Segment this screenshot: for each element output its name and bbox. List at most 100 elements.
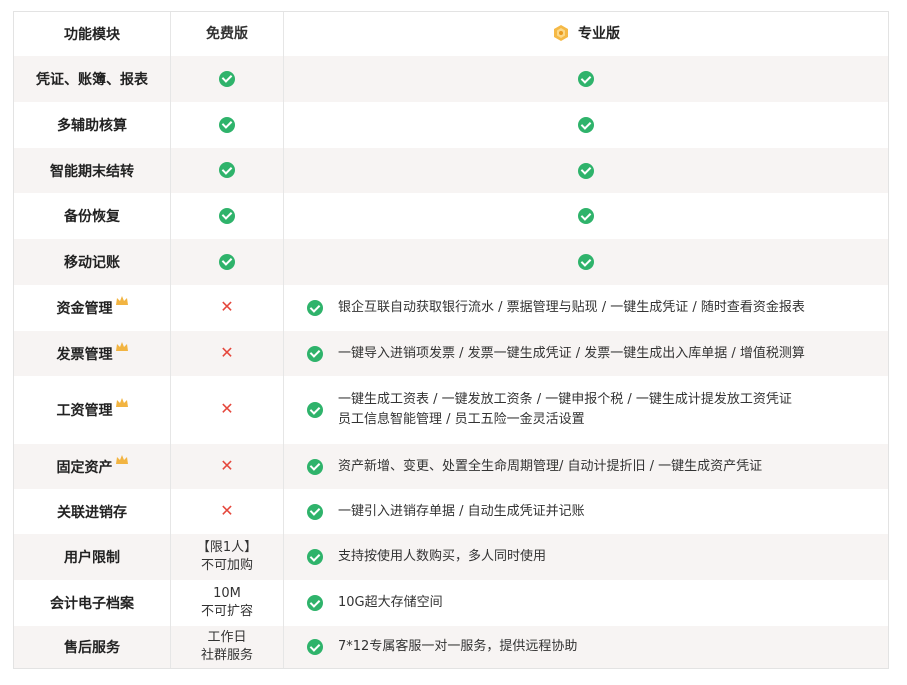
- row-name: 固定资产: [56, 459, 113, 476]
- free-cell: [170, 239, 284, 285]
- check-icon: [307, 549, 323, 565]
- pro-cell: [283, 148, 888, 193]
- check-icon: [578, 162, 594, 179]
- free-cell: [170, 102, 284, 148]
- row-name: 用户限制: [14, 534, 171, 580]
- comparison-table: 功能模块 免费版 专业版 凭证、账簿、报表 多辅助核算 智能期末结转 备份恢复: [14, 12, 888, 668]
- pro-feature-text: 一键生成工资表 / 一键发放工资条 / 一键申报个税 / 一键生成计提发放工资凭…: [338, 390, 792, 430]
- table-header-row: 功能模块 免费版 专业版: [14, 12, 888, 56]
- row-name: 会计电子档案: [14, 580, 171, 626]
- free-cell: 10M 不可扩容: [170, 580, 284, 626]
- pro-cell: [284, 193, 889, 239]
- table-row: 移动记账: [14, 239, 888, 285]
- check-icon: [307, 300, 323, 316]
- check-icon: [307, 345, 323, 362]
- row-name-cell: 资金管理: [14, 285, 171, 331]
- row-name: 凭证、账簿、报表: [14, 56, 171, 102]
- check-icon: [219, 253, 235, 270]
- table-row: 备份恢复: [14, 193, 888, 239]
- check-icon: [219, 207, 235, 224]
- table-row: 多辅助核算: [14, 102, 888, 148]
- pro-badge-icon: [554, 24, 568, 41]
- check-icon: [307, 639, 323, 655]
- table-row: 发票管理 ✕ 一键导入进销项发票 / 发票一键生成凭证 / 发票一键生成出入库单…: [14, 331, 888, 376]
- free-text-line: 社群服务: [200, 648, 253, 663]
- pro-cell: 一键引入进销存单据 / 自动生成凭证并记账: [284, 489, 889, 534]
- row-name: 移动记账: [14, 239, 171, 285]
- free-text-line: 【限1人】: [196, 540, 258, 555]
- cross-icon: ✕: [220, 399, 234, 418]
- cross-icon: ✕: [220, 297, 234, 316]
- free-cell: ✕: [170, 444, 284, 489]
- row-name: 关联进销存: [14, 489, 171, 534]
- check-icon: [307, 402, 323, 418]
- check-icon: [219, 70, 235, 87]
- check-icon: [578, 254, 594, 270]
- check-icon: [578, 208, 594, 224]
- check-icon: [307, 458, 323, 475]
- free-cell: [170, 193, 284, 239]
- pro-feature-text: 一键引入进销存单据 / 自动生成凭证并记账: [338, 503, 585, 519]
- comparison-table-frame: 功能模块 免费版 专业版 凭证、账簿、报表 多辅助核算 智能期末结转 备份恢复: [13, 11, 889, 669]
- cross-icon: ✕: [220, 500, 234, 520]
- row-name: 资金管理: [56, 301, 113, 317]
- header-pro-cell: 专业版: [283, 12, 888, 56]
- table-row: 凭证、账簿、报表: [14, 56, 888, 102]
- check-icon: [578, 71, 594, 87]
- row-name: 工资管理: [56, 403, 113, 419]
- pro-feature-line: 一键生成工资表 / 一键发放工资条 / 一键申报个税 / 一键生成计提发放工资凭…: [338, 392, 792, 407]
- free-cell: 【限1人】 不可加购: [170, 534, 284, 580]
- pro-cell: 10G超大存储空间: [284, 580, 889, 626]
- free-cell: 工作日 社群服务: [170, 626, 284, 668]
- crown-icon: [115, 341, 128, 351]
- check-icon: [307, 595, 323, 611]
- pro-cell: 银企互联自动获取银行流水 / 票据管理与贴现 / 一键生成凭证 / 随时查看资金…: [284, 285, 889, 331]
- table-row: 智能期末结转: [14, 148, 888, 193]
- pro-cell: [284, 102, 889, 148]
- pro-cell: 资产新增、变更、处置全生命周期管理/ 自动计提折旧 / 一键生成资产凭证: [283, 444, 888, 489]
- crown-icon: [115, 398, 128, 407]
- pro-cell: 支持按使用人数购买，多人同时使用: [283, 534, 888, 580]
- row-name-cell: 固定资产: [14, 444, 171, 489]
- free-text-line: 10M: [213, 586, 241, 601]
- crown-icon: [115, 296, 128, 305]
- pro-cell: 7*12专属客服一对一服务，提供远程协助: [283, 626, 888, 668]
- row-name: 备份恢复: [14, 193, 171, 239]
- crown-icon: [115, 454, 128, 464]
- pro-cell: 一键生成工资表 / 一键发放工资条 / 一键申报个税 / 一键生成计提发放工资凭…: [284, 376, 889, 444]
- check-icon: [307, 503, 323, 520]
- pro-feature-text: 10G超大存储空间: [338, 595, 443, 610]
- free-text-line: 工作日: [207, 630, 247, 645]
- pro-feature-text: 资产新增、变更、处置全生命周期管理/ 自动计提折旧 / 一键生成资产凭证: [338, 458, 763, 474]
- table-row: 售后服务 工作日 社群服务 7*12专属客服一对一服务，提供远程协助: [14, 626, 888, 668]
- pro-cell: [283, 239, 888, 285]
- free-text-line: 不可扩容: [200, 604, 253, 619]
- free-cell: ✕: [170, 285, 284, 331]
- row-name: 智能期末结转: [14, 148, 171, 193]
- pro-feature-text: 银企互联自动获取银行流水 / 票据管理与贴现 / 一键生成凭证 / 随时查看资金…: [338, 300, 805, 315]
- cross-icon: ✕: [220, 342, 234, 362]
- table-row: 用户限制 【限1人】 不可加购 支持按使用人数购买，多人同时使用: [14, 534, 888, 580]
- check-icon: [578, 117, 594, 133]
- free-text-line: 不可加购: [200, 558, 253, 573]
- free-cell: [170, 148, 284, 193]
- row-name-cell: 工资管理: [14, 376, 171, 444]
- free-cell: ✕: [170, 489, 284, 534]
- pro-feature-line: 员工信息智能管理 / 员工五险一金灵活设置: [338, 412, 585, 427]
- pro-cell: 一键导入进销项发票 / 发票一键生成凭证 / 发票一键生成出入库单据 / 增值税…: [283, 331, 888, 376]
- table-row: 资金管理 ✕ 银企互联自动获取银行流水 / 票据管理与贴现 / 一键生成凭证 /…: [14, 285, 888, 331]
- row-name-cell: 发票管理: [14, 331, 171, 376]
- row-name: 多辅助核算: [14, 102, 171, 148]
- check-icon: [219, 116, 235, 133]
- table-row: 工资管理 ✕ 一键生成工资表 / 一键发放工资条 / 一键申报个税 / 一键生成…: [14, 376, 888, 444]
- pro-feature-text: 支持按使用人数购买，多人同时使用: [338, 549, 547, 564]
- header-free: 免费版: [170, 12, 284, 56]
- row-name: 发票管理: [56, 346, 113, 363]
- free-cell: ✕: [170, 376, 284, 444]
- row-name: 售后服务: [14, 626, 171, 668]
- free-cell: [170, 56, 284, 102]
- table-row: 会计电子档案 10M 不可扩容 10G超大存储空间: [14, 580, 888, 626]
- header-module: 功能模块: [14, 12, 171, 56]
- cross-icon: ✕: [220, 455, 234, 475]
- table-row: 固定资产 ✕ 资产新增、变更、处置全生命周期管理/ 自动计提折旧 / 一键生成资…: [14, 444, 888, 489]
